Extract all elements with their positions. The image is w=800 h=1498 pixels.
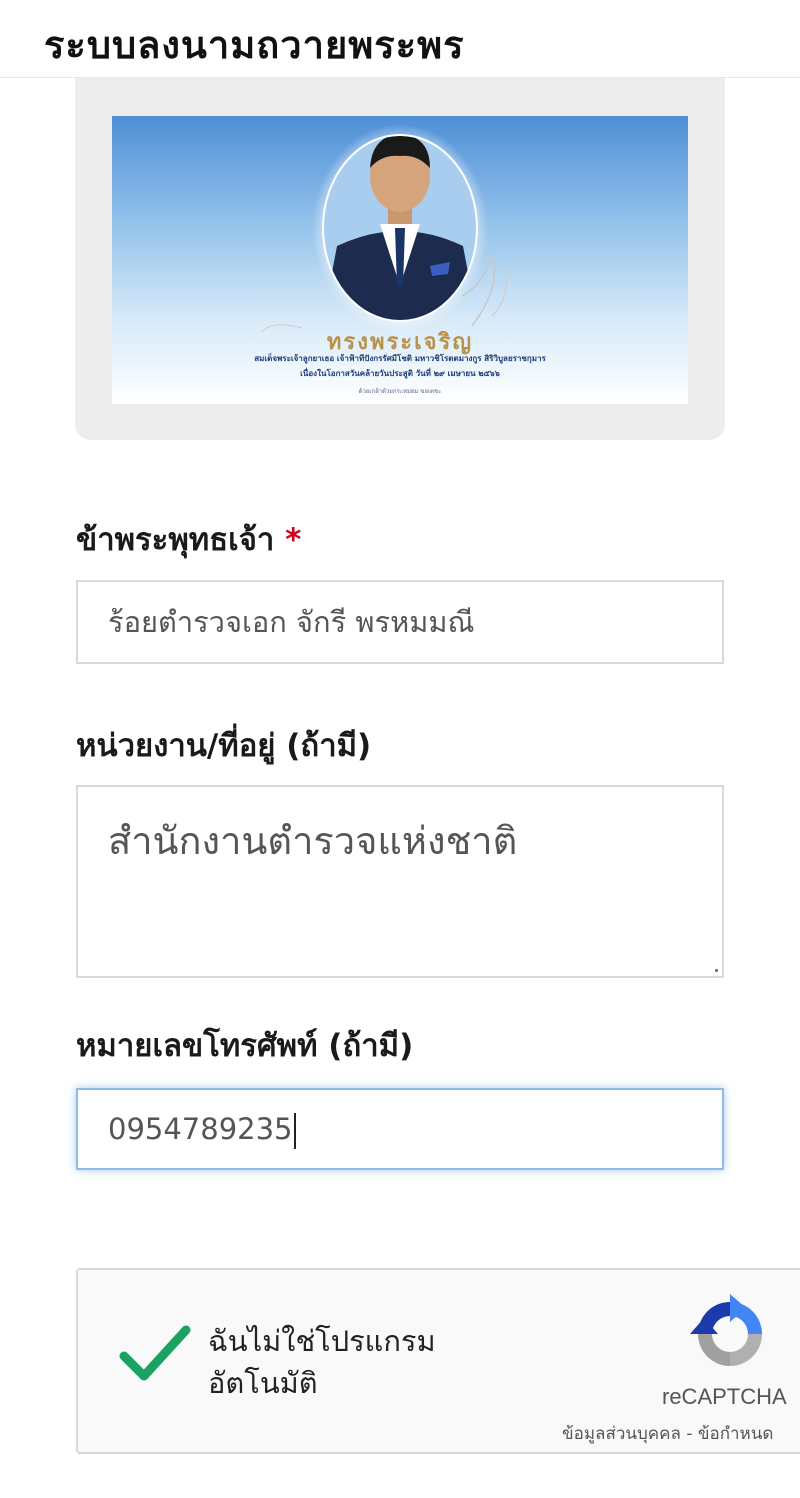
phone-label: หมายเลขโทรศัพท์ (ถ้ามี) [76, 1028, 414, 1064]
top-bar: ระบบลงนามถวายพระพร [0, 0, 800, 78]
org-textarea-value: สำนักงานตำรวจแห่งชาติ [108, 819, 518, 863]
banner-caption-line1: สมเด็จพระเจ้าลูกยาเธอ เจ้าฟ้าทีปังกรรัศม… [254, 354, 546, 363]
required-marker: * [285, 522, 302, 558]
recaptcha-widget[interactable]: ฉันไม่ใช่โปรแกรม อัตโนมัติ reCAPTCHA ข้อ… [76, 1268, 800, 1454]
recaptcha-label: ฉันไม่ใช่โปรแกรม อัตโนมัติ [208, 1320, 436, 1404]
org-textarea[interactable]: สำนักงานตำรวจแห่งชาติ [76, 785, 724, 978]
resize-handle[interactable] [715, 969, 718, 972]
name-input[interactable]: ร้อยตำรวจเอก จักรี พรหมมณี [76, 580, 724, 664]
name-input-value: ร้อยตำรวจเอก จักรี พรหมมณี [108, 605, 475, 639]
banner-card: ทรงพระเจริญ สมเด็จพระเจ้าลูกยาเธอ เจ้าฟ้… [75, 78, 725, 440]
name-label-text: ข้าพระพุทธเจ้า [76, 522, 275, 558]
recaptcha-privacy-links[interactable]: ข้อมูลส่วนบุคคล - ข้อกำหนด [562, 1420, 773, 1447]
phone-input[interactable]: 0954789235 [76, 1088, 724, 1170]
name-label: ข้าพระพุทธเจ้า * [76, 514, 301, 564]
banner-caption-line2: เนื่องในโอกาสวันคล้ายวันประสูติ วันที่ ๒… [300, 369, 500, 378]
page-title: ระบบลงนามถวายพระพร [44, 23, 465, 67]
banner-caption-line3: ด้วยเกล้าด้วยกระหม่อม ขอเดชะ [358, 388, 442, 395]
recaptcha-brand: reCAPTCHA [662, 1384, 787, 1409]
recaptcha-logo-icon [690, 1294, 762, 1366]
text-caret [293, 1113, 296, 1149]
phone-input-value: 0954789235 [108, 1112, 293, 1146]
recaptcha-label-line2: อัตโนมัติ [208, 1366, 318, 1400]
checkmark-icon[interactable] [118, 1322, 192, 1384]
recaptcha-label-line1: ฉันไม่ใช่โปรแกรม [208, 1324, 436, 1358]
royal-banner-image: ทรงพระเจริญ สมเด็จพระเจ้าลูกยาเธอ เจ้าฟ้… [112, 116, 688, 404]
org-label: หน่วยงาน/ที่อยู่ (ถ้ามี) [76, 728, 372, 764]
